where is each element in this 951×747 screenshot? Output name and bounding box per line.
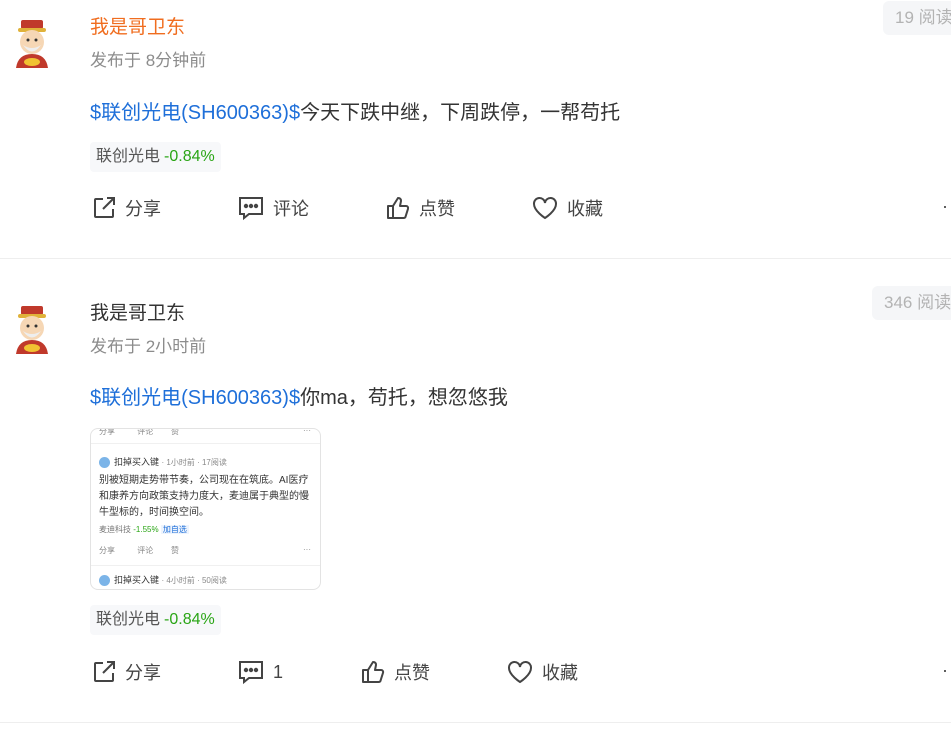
more-menu-icon[interactable]: · [942, 196, 948, 217]
share-icon [94, 197, 115, 218]
comment-count: 1 [273, 661, 284, 682]
image-stock-tag: 麦迪科技 -1.55% 加自选 [99, 525, 189, 534]
divider [0, 722, 951, 723]
comment-label: 评论 [273, 199, 309, 219]
post-content: $联创光电(SH600363)$今天下跌中继，下周跌停，一帮苟托 [90, 96, 620, 125]
comment-icon [239, 661, 263, 685]
post-image[interactable]: 分享 评论 赞 ··· 扣掉买入键 · 1小时前 · 17阅读 别被短期走势带节… [90, 428, 321, 590]
heart-icon [533, 197, 557, 220]
post-1: 我是哥卫东 发布于 8分钟前 19 阅读 $联创光电(SH600363)$今天下… [0, 0, 951, 258]
read-count: 346 阅读 [872, 286, 951, 320]
thumbs-up-icon [387, 197, 410, 219]
image-top-more: ··· [303, 428, 311, 435]
stock-tag-name: 联创光电 [96, 611, 161, 628]
stock-tag[interactable]: 联创光电 -0.84% [90, 142, 221, 172]
favorite-label: 收藏 [542, 663, 578, 683]
share-button[interactable]: 分享 [91, 659, 161, 685]
author-name[interactable]: 我是哥卫东 [90, 298, 185, 325]
avatar[interactable] [6, 304, 58, 356]
like-button[interactable]: 点赞 [385, 195, 455, 221]
image-avatar-2 [99, 575, 110, 587]
favorite-label: 收藏 [567, 199, 603, 219]
share-button[interactable]: 分享 [91, 195, 161, 221]
post-time: 发布于 8分钟前 [90, 51, 207, 70]
heart-icon [508, 661, 532, 684]
image-bottom-more: ··· [303, 545, 311, 554]
image-body-text: 别被短期走势带节奏，公司现在在筑底。AI医疗和康养方向政策支持力度大，麦迪属于典… [99, 475, 309, 518]
read-count: 19 阅读 [883, 1, 951, 35]
avatar[interactable] [6, 18, 58, 70]
stock-link[interactable]: $联创光电(SH600363)$ [90, 102, 300, 124]
share-icon [94, 661, 115, 682]
stock-link[interactable]: $联创光电(SH600363)$ [90, 387, 300, 409]
stock-tag-change: -0.84% [164, 611, 215, 628]
share-label: 分享 [125, 663, 161, 683]
comment-button[interactable]: 1 [237, 659, 283, 685]
like-button[interactable]: 点赞 [360, 659, 430, 685]
post-text: 你ma，苟托，想忽悠我 [300, 387, 508, 409]
post-time: 发布于 2小时前 [90, 337, 207, 356]
image-top-actions: 分享 评论 赞 [99, 428, 180, 436]
stock-tag-change: -0.84% [164, 148, 215, 165]
image-avatar [99, 457, 110, 469]
image-author-row-2: 扣掉买入键 · 4小时前 · 50阅读 [99, 573, 227, 587]
thumbs-up-icon [362, 661, 385, 683]
more-menu-icon[interactable]: · [942, 660, 948, 681]
comment-button[interactable]: 评论 [237, 195, 309, 221]
post-content: $联创光电(SH600363)$你ma，苟托，想忽悠我 [90, 381, 508, 410]
favorite-button[interactable]: 收藏 [531, 195, 603, 221]
post-text: 今天下跌中继，下周跌停，一帮苟托 [300, 102, 621, 124]
like-label: 点赞 [394, 663, 430, 683]
stock-tag-name: 联创光电 [96, 148, 161, 165]
comment-icon [239, 197, 263, 221]
image-bottom-actions: 分享 评论 赞 [99, 546, 180, 555]
stock-tag[interactable]: 联创光电 -0.84% [90, 605, 221, 635]
share-label: 分享 [125, 199, 161, 219]
like-label: 点赞 [419, 199, 455, 219]
favorite-button[interactable]: 收藏 [506, 659, 578, 685]
image-author-row: 扣掉买入键 · 1小时前 · 17阅读 [99, 455, 227, 469]
author-name[interactable]: 我是哥卫东 [90, 12, 185, 39]
